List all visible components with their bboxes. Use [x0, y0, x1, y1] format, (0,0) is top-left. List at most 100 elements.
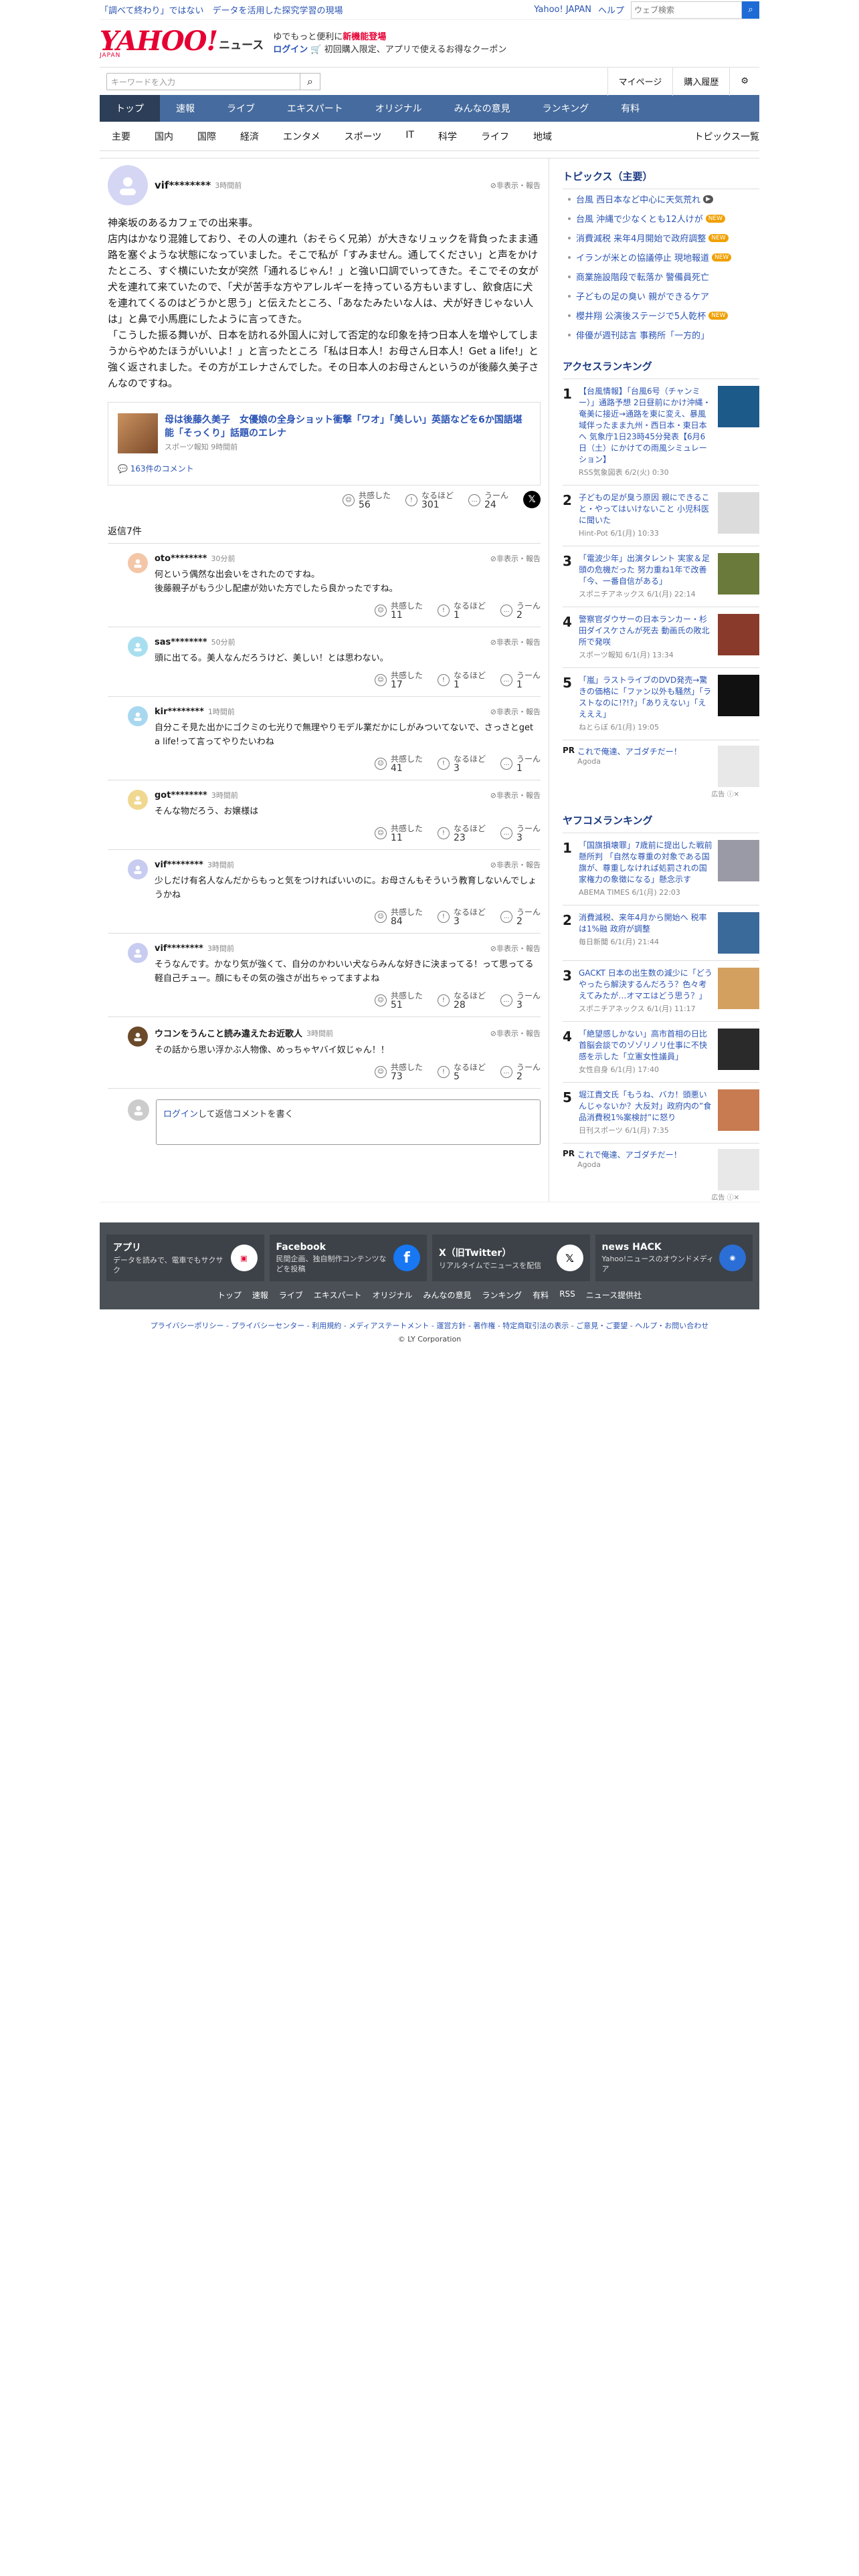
cat-world[interactable]: 国際 [185, 130, 228, 143]
ranking-title[interactable]: 子どもの足が臭う原因 親にできること・やってはいけないこと 小児科医に聞いた [579, 492, 712, 526]
reaction-hmm[interactable]: … うーん 1 [500, 671, 541, 689]
hide-report-link[interactable]: ⊘非表示・報告 [490, 180, 541, 191]
gnav-opinion[interactable]: みんなの意見 [438, 95, 527, 122]
reaction-agree[interactable]: ☺ 共感した 73 [374, 1063, 423, 1081]
reply-username[interactable]: sas******** [155, 637, 207, 647]
reply-input[interactable]: ログインして返信コメントを書く [156, 1099, 541, 1145]
footer-link[interactable]: オリジナル [373, 1289, 413, 1301]
reaction-agree[interactable]: ☺ 共感した 56 [342, 491, 391, 510]
hide-report-link[interactable]: ⊘非表示・報告 [490, 790, 541, 800]
reaction-agree[interactable]: ☺ 共感した 11 [374, 824, 423, 843]
avatar[interactable] [128, 553, 148, 573]
pr-item[interactable]: PR これで俺達、アゴダチだー！ Agoda [563, 1144, 759, 1192]
topic-item[interactable]: 子どもの足の臭い 親ができるケア [563, 286, 759, 306]
ranking-item[interactable]: 1 【台風情報】「台風6号（チャンミー）」通路予想 2日昼前にかけ沖縄・奄美に接近… [563, 379, 759, 486]
reaction-insightful[interactable]: ! なるほど 3 [437, 754, 486, 773]
ranking-item[interactable]: 3 「電波少年」出演タレント 実家＆足頭の危機だった 努力重ね1年で改善「今、一番… [563, 546, 759, 607]
related-article[interactable]: 母は後藤久美子 女優娘の全身ショット衝撃「ワオ」「美しい」英語などを6か国語堪能… [108, 402, 541, 486]
legal-links[interactable]: プライバシーポリシー - プライバシーセンター - 利用規約 - メディアステー… [100, 1320, 759, 1331]
reaction-insightful[interactable]: ! なるほど 1 [437, 671, 486, 689]
topic-item[interactable]: 台風 西日本など中心に天気荒れ ▶ [563, 189, 759, 209]
logo[interactable]: YAHOO! JAPAN ニュース [100, 28, 264, 60]
ranking-title[interactable]: 「国旗損壊罪」7歳前に提出した戦前懸所判 「自然な尊重の対象である国旗が、尊重し… [579, 840, 712, 885]
ranking-title[interactable]: 「嵐」ラストライブのDVD発売→驚きの価格に「ファン以外も騒然」「ラストなのに!… [579, 675, 712, 720]
gnav-ranking[interactable]: ランキング [527, 95, 605, 122]
top-notice-link[interactable]: 「調べて終わり」ではない データを活用した探究学習の現場 [100, 3, 343, 16]
yahoo-japan-link[interactable]: Yahoo! JAPAN [534, 5, 591, 15]
close-icon[interactable]: ✕ [734, 791, 739, 798]
info-icon[interactable]: ⓘ [727, 791, 734, 798]
ranking-title[interactable]: GACKT 日本の出生数の減少に「どうやったら解決するんだろう？色々考えてみたが… [579, 968, 712, 1002]
avatar[interactable] [128, 790, 148, 810]
reaction-agree[interactable]: ☺ 共感した 51 [374, 991, 423, 1010]
gnav-expert[interactable]: エキスパート [271, 95, 359, 122]
reaction-agree[interactable]: ☺ 共感した 11 [374, 601, 423, 620]
reaction-hmm[interactable]: … うーん 2 [500, 1063, 541, 1081]
ranking-item[interactable]: 5 「嵐」ラストライブのDVD発売→驚きの価格に「ファン以外も騒然」「ラストなのに… [563, 668, 759, 740]
gnav-original[interactable]: オリジナル [359, 95, 438, 122]
cat-local[interactable]: 地域 [521, 130, 564, 143]
footer-app[interactable]: アプリ データを読みで、電車でもサクサク ▣ [106, 1235, 264, 1281]
x-share-icon[interactable]: 𝕏 [523, 491, 541, 508]
topic-item[interactable]: 櫻井翔 公演後ステージで5人乾杯 NEW [563, 306, 759, 325]
topic-item[interactable]: 俳優が週刊誌言 事務所「一方的」 [563, 325, 759, 344]
article-comment-count[interactable]: 💬 163件のコメント [118, 463, 531, 474]
ranking-item[interactable]: 2 子どもの足が臭う原因 親にできること・やってはいけないこと 小児科医に聞いた H… [563, 486, 759, 546]
cat-sports[interactable]: スポーツ [332, 130, 394, 143]
gnav-live[interactable]: ライブ [211, 95, 271, 122]
footer-link[interactable]: 有料 [533, 1289, 549, 1301]
gnav-breaking[interactable]: 速報 [160, 95, 211, 122]
reaction-insightful[interactable]: ! なるほど 23 [437, 824, 486, 843]
cat-science[interactable]: 科学 [426, 130, 469, 143]
gear-icon[interactable]: ⚙ [729, 67, 759, 96]
search-icon[interactable]: ⌕ [300, 72, 320, 90]
reply-username[interactable]: got******** [155, 790, 207, 800]
ranking-title[interactable]: 堀江貴文氏「もうね、バカ！頭悪いんじゃないか？大反対」政府内の”食品消費税1%案… [579, 1089, 712, 1123]
comment-username[interactable]: vif******** [155, 179, 211, 191]
footer-link[interactable]: ランキング [482, 1289, 522, 1301]
reaction-insightful[interactable]: ! なるほど 5 [437, 1063, 486, 1081]
avatar[interactable] [128, 943, 148, 963]
reply-login-link[interactable]: ログイン [163, 1109, 198, 1119]
hide-report-link[interactable]: ⊘非表示・報告 [490, 706, 541, 717]
reaction-agree[interactable]: ☺ 共感した 84 [374, 907, 423, 926]
hide-report-link[interactable]: ⊘非表示・報告 [490, 859, 541, 870]
footer-link[interactable]: トップ [217, 1289, 242, 1301]
cat-it[interactable]: IT [393, 130, 426, 143]
footer-newshack[interactable]: news HACK Yahoo!ニュースのオウンドメディア ◉ [595, 1235, 753, 1281]
avatar[interactable] [128, 637, 148, 657]
reaction-agree[interactable]: ☺ 共感した 17 [374, 671, 423, 689]
reaction-insightful[interactable]: ! なるほど 301 [405, 491, 454, 510]
reply-username[interactable]: kir******** [155, 707, 204, 717]
ranking-title[interactable]: 「電波少年」出演タレント 実家＆足頭の危機だった 努力重ね1年で改善「今、一番自… [579, 553, 712, 587]
topic-item[interactable]: イランが米との協議停止 現地報道 NEW [563, 247, 759, 267]
cat-entertainment[interactable]: エンタメ [271, 130, 332, 143]
search-icon[interactable]: ⌕ [742, 1, 759, 19]
avatar[interactable] [128, 859, 148, 879]
reaction-insightful[interactable]: ! なるほど 1 [437, 601, 486, 620]
ranking-title[interactable]: 「絶望感しかない」高市首相の日比首脳会談でのゾゾリノリ仕事に不快感を示した「立憲… [579, 1029, 712, 1063]
topic-item[interactable]: 台風 沖縄で少なくとも12人けが NEW [563, 209, 759, 228]
ranking-item[interactable]: 2 消費減税、来年4月から開始へ 税率は1%融 政府が調整 毎日新聞 6/1(月) … [563, 905, 759, 961]
reaction-hmm[interactable]: … うーん 2 [500, 601, 541, 620]
reaction-insightful[interactable]: ! なるほど 28 [437, 991, 486, 1010]
promo-login-link[interactable]: ログイン [273, 45, 308, 55]
reaction-hmm[interactable]: … うーん 24 [468, 491, 508, 510]
reply-username[interactable]: oto******** [155, 554, 207, 564]
cat-domestic[interactable]: 国内 [142, 130, 185, 143]
hide-report-link[interactable]: ⊘非表示・報告 [490, 943, 541, 954]
gnav-paid[interactable]: 有料 [605, 95, 656, 122]
footer-x[interactable]: X（旧Twitter） リアルタイムでニュースを配信 𝕏 [432, 1235, 590, 1281]
footer-link[interactable]: みんなの意見 [423, 1289, 472, 1301]
reaction-agree[interactable]: ☺ 共感した 41 [374, 754, 423, 773]
avatar[interactable] [108, 165, 148, 205]
close-icon[interactable]: ✕ [734, 1194, 739, 1202]
avatar[interactable] [128, 1027, 148, 1047]
ranking-item[interactable]: 4 警察官ダウサーの日本ランカー・杉田ダイスケさんが死去 動画氏の敗北所で発咲 スポ… [563, 607, 759, 668]
cat-life[interactable]: ライフ [469, 130, 521, 143]
reaction-hmm[interactable]: … うーん 2 [500, 907, 541, 926]
hide-report-link[interactable]: ⊘非表示・報告 [490, 553, 541, 564]
purchase-history-link[interactable]: 購入履歴 [672, 67, 729, 96]
footer-link[interactable]: ニュース提供社 [586, 1289, 642, 1301]
reaction-insightful[interactable]: ! なるほど 3 [437, 907, 486, 926]
